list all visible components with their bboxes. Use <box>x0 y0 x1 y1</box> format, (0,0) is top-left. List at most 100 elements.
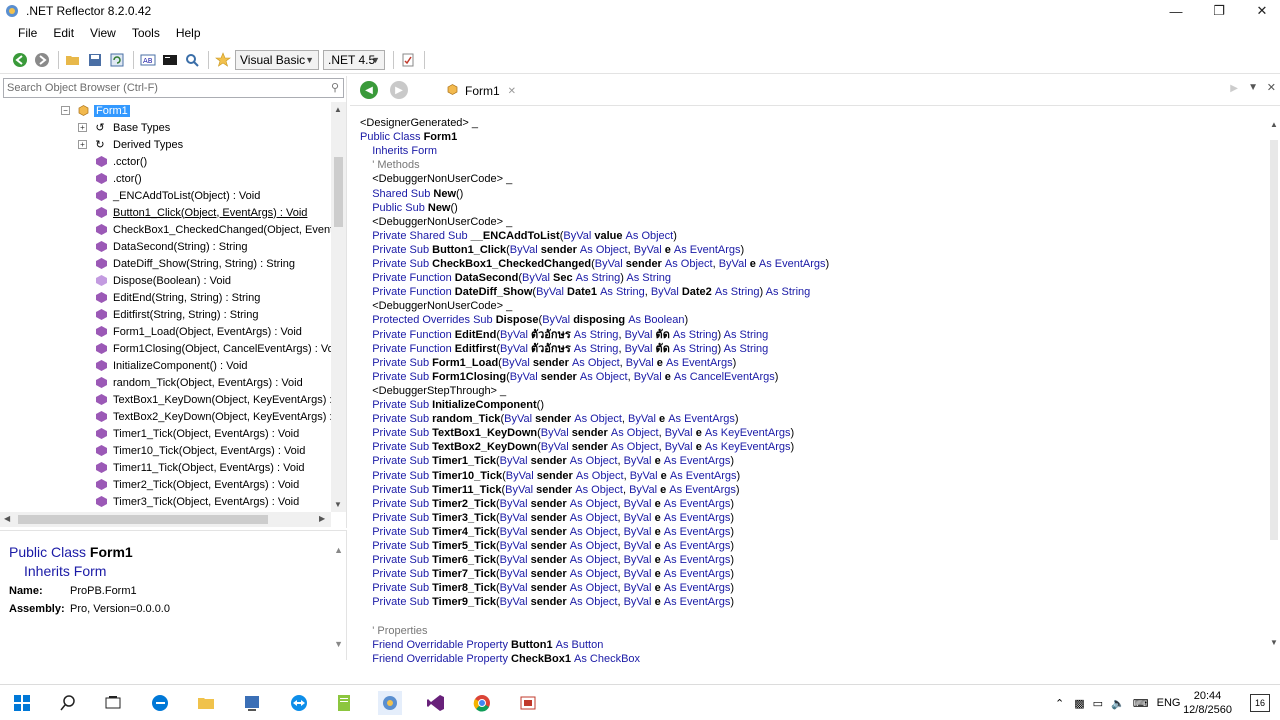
tree-vertical-scrollbar[interactable]: ▲ ▼ <box>331 102 346 512</box>
scroll-down-icon[interactable]: ▼ <box>1270 638 1278 647</box>
favorites-button[interactable] <box>213 50 233 70</box>
code-token[interactable]: e <box>665 371 674 383</box>
code-token[interactable]: Sec <box>553 272 576 284</box>
code-token[interactable]: InitializeComponent <box>432 399 537 411</box>
menu-tools[interactable]: Tools <box>124 26 168 40</box>
taskbar-search-button[interactable] <box>56 691 80 715</box>
code-token[interactable]: sender <box>531 582 570 594</box>
code-token[interactable]: e <box>660 484 669 496</box>
code-token[interactable]: TextBox2_KeyDown <box>432 441 537 453</box>
code-token[interactable]: e <box>655 512 664 524</box>
code-token[interactable]: e <box>655 540 664 552</box>
code-token[interactable]: __ENCAddToList <box>471 230 560 242</box>
forward-button[interactable] <box>32 50 52 70</box>
code-token[interactable]: sender <box>572 441 611 453</box>
code-vertical-scrollbar[interactable]: ▲ ▼ <box>1268 116 1280 656</box>
options-button[interactable] <box>398 50 418 70</box>
scroll-down-icon[interactable]: ▼ <box>334 500 342 509</box>
code-token[interactable]: sender <box>531 455 570 467</box>
tree-node-member[interactable]: Timer1_Tick(Object, EventArgs) : Void <box>0 425 331 442</box>
search-input[interactable]: Search Object Browser (Ctrl-F) ⚲ <box>3 78 344 98</box>
code-token[interactable]: New <box>433 188 456 200</box>
framework-select[interactable]: .NET 4.5 ▼ <box>323 49 385 70</box>
code-token[interactable]: EditEnd <box>455 329 497 341</box>
code-token[interactable]: e <box>750 258 759 270</box>
code-token[interactable]: Timer2_Tick <box>432 498 496 510</box>
tree-node-member[interactable]: Button1_Click(Object, EventArgs) : Void <box>0 204 331 221</box>
code-token[interactable]: Form1Closing <box>432 371 506 383</box>
back-button[interactable] <box>10 50 30 70</box>
code-token[interactable]: sender <box>626 258 665 270</box>
detail-scroll-down-icon[interactable]: ▼ <box>334 639 343 649</box>
task-view-button[interactable] <box>101 691 125 715</box>
tree-node-member[interactable]: random_Tick(Object, EventArgs) : Void <box>0 374 331 391</box>
code-token[interactable]: e <box>661 470 670 482</box>
network-icon[interactable]: ▩ <box>1074 697 1084 710</box>
taskbar-chrome[interactable] <box>470 691 494 715</box>
code-token[interactable]: sender <box>531 540 570 552</box>
code-token[interactable]: Timer10_Tick <box>432 470 502 482</box>
tree-node-member[interactable]: Form1_Load(Object, EventArgs) : Void <box>0 323 331 340</box>
close-pane-icon[interactable]: ✕ <box>1267 81 1276 94</box>
tree-node-member[interactable]: TextBox2_KeyDown(Object, KeyEventArgs) : <box>0 408 331 425</box>
code-token[interactable]: Button1_Click <box>432 244 506 256</box>
scroll-up-icon[interactable]: ▲ <box>1270 120 1278 129</box>
refresh-button[interactable] <box>107 50 127 70</box>
code-token[interactable]: sender <box>533 357 572 369</box>
code-token[interactable]: Timer8_Tick <box>432 582 496 594</box>
code-token[interactable]: Timer3_Tick <box>432 512 496 524</box>
tree-node-member[interactable]: TextBox1_KeyDown(Object, KeyEventArgs) : <box>0 391 331 408</box>
show-hidden-icons-icon[interactable]: ⌃ <box>1055 697 1064 710</box>
tree-node-member[interactable]: Form1Closing(Object, CancelEventArgs) : … <box>0 340 331 357</box>
close-tab-icon[interactable]: ✕ <box>508 86 516 97</box>
code-token[interactable]: sender <box>537 470 576 482</box>
code-token[interactable]: e <box>655 568 664 580</box>
code-token[interactable]: sender <box>531 554 570 566</box>
taskbar-teamviewer[interactable] <box>287 691 311 715</box>
code-forward-button[interactable]: ▶ <box>390 81 408 99</box>
code-token[interactable]: DataSecond <box>455 272 519 284</box>
tree-horizontal-scrollbar[interactable]: ◀ ▶ <box>0 512 331 527</box>
code-token[interactable]: value <box>594 230 625 242</box>
code-token[interactable]: Editfirst <box>455 343 497 355</box>
tab-form1[interactable]: Form1 ✕ <box>440 80 522 102</box>
tree-node-form1[interactable]: − Form1 <box>0 102 331 119</box>
notification-center-icon[interactable]: 16 <box>1250 694 1270 712</box>
taskbar-clock[interactable]: 20:44 12/8/2560 <box>1183 689 1232 717</box>
code-token[interactable]: e <box>655 554 664 566</box>
tree-node-member[interactable]: CheckBox1_CheckedChanged(Object, Event <box>0 221 331 238</box>
minimize-button[interactable]: — <box>1153 0 1199 22</box>
code-token[interactable]: Timer9_Tick <box>432 596 496 608</box>
code-token[interactable]: Form1_Load <box>432 357 498 369</box>
code-token[interactable]: Timer6_Tick <box>432 554 496 566</box>
menu-help[interactable]: Help <box>168 26 209 40</box>
tree-node-member[interactable]: Timer10_Tick(Object, EventArgs) : Void <box>0 442 331 459</box>
tree-node-member[interactable]: DataSecond(String) : String <box>0 238 331 255</box>
code-token[interactable]: Date2 <box>682 286 715 298</box>
taskbar-visual-studio[interactable] <box>424 691 448 715</box>
tree-node-member[interactable]: EditEnd(String, String) : String <box>0 289 331 306</box>
tree-node-member[interactable]: Timer3_Tick(Object, EventArgs) : Void <box>0 493 331 510</box>
close-button[interactable]: ✕ <box>1239 0 1280 22</box>
tree-node-member[interactable]: .ctor() <box>0 170 331 187</box>
tree-node-member[interactable]: Editfirst(String, String) : String <box>0 306 331 323</box>
code-scroll-thumb[interactable] <box>1270 140 1278 540</box>
code-token[interactable]: ตัด <box>656 329 673 341</box>
code-token[interactable]: sender <box>531 498 570 510</box>
tree-node-member[interactable]: Timer2_Tick(Object, EventArgs) : Void <box>0 476 331 493</box>
code-token[interactable]: sender <box>531 526 570 538</box>
code-token[interactable]: CheckBox1 <box>511 653 574 665</box>
taskbar-app[interactable] <box>516 691 540 715</box>
code-token[interactable]: DateDiff_Show <box>455 286 533 298</box>
taskbar-edge[interactable] <box>148 691 172 715</box>
code-token[interactable]: sender <box>531 596 570 608</box>
code-token[interactable]: TextBox1_KeyDown <box>432 427 537 439</box>
code-token[interactable]: sender <box>536 484 575 496</box>
code-token[interactable]: Timer5_Tick <box>432 540 496 552</box>
detail-scroll-up-icon[interactable]: ▲ <box>334 545 343 555</box>
open-button[interactable] <box>63 50 83 70</box>
code-token[interactable]: sender <box>541 244 580 256</box>
taskbar-app[interactable] <box>240 691 264 715</box>
code-token[interactable]: Timer1_Tick <box>432 455 496 467</box>
scroll-tabs-right-icon[interactable]: ▶ <box>1230 83 1238 94</box>
